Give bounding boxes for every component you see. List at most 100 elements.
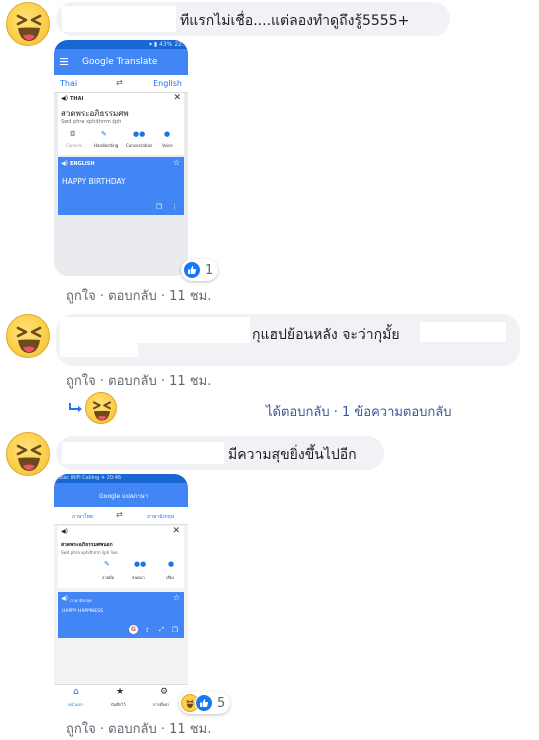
copy-icon: ❐ [155,203,162,211]
attached-screenshot[interactable]: dtac WiFi Calling ✈ 20:46 Google แปลภาษา… [54,474,188,710]
like-reaction-icon [195,694,213,712]
transliteration: Swd phra xphiṭhrrm ṣ̄ph n̂xk [61,550,118,555]
comment-text: กุแฮปย้อนหลัง จะว่ากุมั้ย [252,327,400,343]
app-title: Google Translate [82,57,158,67]
camera-icon: ◘ [70,130,76,138]
reaction-summary[interactable]: 1 [181,259,219,281]
star-icon: ☆ [172,158,180,167]
comment-bubble: กุแฮปย้อนหลัง จะว่ากุมั้ย [56,314,520,366]
language-bar: Thai ⇄ English [54,75,188,93]
input-card: ◀) ✕ สวดพระอภิธรรมศพนอก Swd phra xphiṭhr… [58,526,184,588]
speaker-icon: ◀) [61,595,68,602]
reply-arrow-icon [68,400,84,414]
nav-home-label: หน้าแรก [68,702,83,707]
speaker-icon: ◀) [61,95,68,102]
tool-label-conversation: สนทนา [132,575,145,580]
redacted-name [420,322,506,342]
like-link[interactable]: ถูกใจ [66,722,96,737]
reply-link[interactable]: ตอบกลับ [108,289,157,304]
redacted-name [62,442,224,464]
settings-gear-icon: ⚙ [160,687,169,697]
speaker-icon: ◀) [61,160,68,167]
share-icon: ⇪ [144,627,150,634]
replier-avatar[interactable] [85,392,117,424]
speaker-icon: ◀) [61,528,68,535]
swap-icon: ⇄ [116,78,123,87]
comment-actions: ถูกใจ · ตอบกลับ · 11 ชม. [66,374,212,389]
like-link[interactable]: ถูกใจ [66,374,96,389]
handwriting-icon: ✎ [101,130,107,138]
attached-screenshot[interactable]: ▾ ▮ 43% 22: Google Translate Thai ⇄ Engl… [54,40,188,276]
status-bar: dtac WiFi Calling ✈ 20:46 [54,474,188,483]
commenter-avatar[interactable] [6,314,50,358]
voice-icon: ● [168,560,175,568]
translation-text: HAPPY BIRTHDAY [62,177,126,186]
tool-label-handwriting: Handwriting [94,143,119,148]
target-language: English [153,79,182,88]
redacted-name [62,6,176,32]
tool-label-conversation: Conversation [126,143,153,148]
comment-bubble: มีความสุขยิ่งขึ้นไปอีก [56,436,384,470]
nav-saved-label: บันทึกไว้ [111,702,126,707]
translation-text: HAPPY HAPPINESS [62,609,104,614]
transliteration: Swd phra xphiṭhrrm ṣ̄ph [61,119,122,125]
language-bar: ภาษาไทย ⇄ ภาษาอังกฤษ [54,507,188,525]
tool-label-camera: Camera [66,143,82,148]
timestamp[interactable]: 11 ชม. [169,289,211,304]
target-label: ภาษาอังกฤษ [70,598,92,603]
saved-star-icon: ★ [116,687,125,697]
google-icon: G [129,625,138,634]
source-language: Thai [60,79,78,88]
menu-icon [60,58,68,65]
voice-icon: ● [164,130,171,138]
target-language: ภาษาอังกฤษ [146,514,174,520]
reply-link[interactable]: ตอบกลับ [108,722,157,737]
like-link[interactable]: ถูกใจ [66,289,96,304]
target-label: ENGLISH [70,161,95,167]
conversation-icon: ●● [134,560,147,568]
like-reaction-icon [183,261,201,279]
reaction-summary[interactable]: 5 [179,692,231,714]
app-title: Google แปลภาษา [99,493,149,500]
swap-icon: ⇄ [116,510,123,519]
tool-label-voice: Voice [162,143,173,148]
comment-text: ทีแรกไม่เชื่อ....แต่ลองทำดูถึงรู้5555+ [180,13,410,29]
source-language: ภาษาไทย [72,514,93,520]
home-icon: ⌂ [73,687,79,697]
source-label: THAI [70,96,84,102]
commenter-avatar[interactable] [6,2,50,46]
reaction-count: 5 [217,695,226,711]
translation-card: ◀) ENGLISH ☆ HAPPY BIRTHDAY ❐ ⋮ [58,157,184,215]
comment-actions: ถูกใจ · ตอบกลับ · 11 ชม. [66,289,212,304]
tool-label-handwriting: ลายมือ [102,575,115,580]
fullscreen-icon: ⤢ [159,626,164,633]
status-bar: ▾ ▮ 43% 22: [54,40,188,49]
comment-text: มีความสุขยิ่งขึ้นไปอีก [228,447,357,463]
nav-settings-label: การตั้งค่า [153,702,170,707]
reply-link[interactable]: ตอบกลับ [108,374,157,389]
redacted-name [60,317,250,343]
close-icon: ✕ [172,526,180,536]
copy-icon: ❐ [171,626,178,634]
source-text: สวดพระอภิธรรมศพนอก [61,542,113,548]
comment-bubble: ทีแรกไม่เชื่อ....แต่ลองทำดูถึงรู้5555+ [56,2,450,36]
close-icon: ✕ [173,93,181,103]
app-toolbar: Google แปลภาษา [54,483,188,507]
view-replies-link[interactable]: ได้ตอบกลับ · 1 ข้อความตอบกลับ [266,401,452,422]
commenter-avatar[interactable] [6,432,50,476]
laughing-face-icon [16,326,42,353]
comment-actions: ถูกใจ · ตอบกลับ · 11 ชม. [66,722,212,737]
app-toolbar: Google Translate [54,49,188,75]
timestamp[interactable]: 11 ชม. [169,722,211,737]
laughing-face-icon [92,401,112,421]
bottom-navigation: ⌂ หน้าแรก ★ บันทึกไว้ ⚙ การตั้งค่า [54,684,188,710]
star-icon: ☆ [172,593,180,602]
conversation-icon: ●● [133,130,146,138]
more-icon: ⋮ [171,203,178,211]
input-card: ◀) THAI ✕ สวดพระอภิธรรมศพ Swd phra xphiṭ… [58,93,184,155]
timestamp[interactable]: 11 ชม. [169,374,211,389]
handwriting-icon: ✎ [104,560,110,568]
reaction-count: 1 [205,262,214,278]
laughing-face-icon [16,444,42,471]
translation-card: ◀) ภาษาอังกฤษ ☆ HAPPY HAPPINESS G ⇪ ⤢ ❐ [58,592,184,638]
